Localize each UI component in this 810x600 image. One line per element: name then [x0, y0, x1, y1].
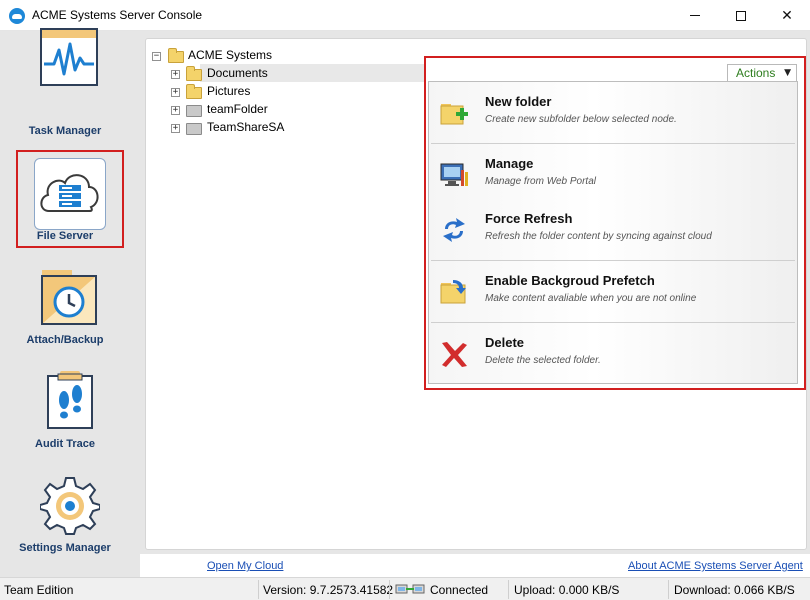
expand-icon[interactable]: + [171, 106, 180, 115]
gear-icon[interactable] [39, 476, 101, 536]
divider [431, 260, 795, 261]
refresh-arrows-icon [443, 218, 465, 242]
folder-icon [186, 66, 202, 81]
divider [258, 580, 259, 599]
nav-file-server-label[interactable]: File Server [0, 230, 130, 242]
action-enable-prefetch[interactable]: Enable Backgroud Prefetch Make content a… [431, 263, 795, 321]
folder-open-icon [168, 48, 184, 63]
upload-status: Upload: 0.000 KB/S [514, 583, 620, 597]
divider [389, 580, 390, 599]
download-status: Download: 0.066 KB/S [674, 583, 795, 597]
status-bar: Team Edition Version: 9.7.2573.41582 Con… [0, 577, 810, 600]
tree-node-label: teamFolder [207, 102, 268, 116]
maximize-icon [736, 10, 746, 21]
minimize-icon [690, 15, 700, 16]
window-title: ACME Systems Server Console [32, 8, 203, 22]
pulse-monitor-icon[interactable] [40, 28, 98, 86]
new-folder-icon [440, 104, 468, 125]
expand-icon[interactable]: + [171, 70, 180, 79]
close-button[interactable]: ✕ [764, 0, 810, 31]
divider [431, 143, 795, 144]
connection-icon [395, 584, 425, 594]
connection-status: Connected [430, 583, 489, 597]
expand-icon[interactable]: + [171, 88, 180, 97]
delete-x-icon [442, 342, 467, 367]
cloud-server-icon[interactable] [34, 158, 106, 230]
action-title: Delete [485, 335, 525, 350]
tree-root-label: ACME Systems [188, 48, 273, 62]
folder-icon [186, 84, 202, 99]
tree-node-label: Documents [207, 66, 268, 80]
action-force-refresh[interactable]: Force Refresh Refresh the folder content… [431, 201, 795, 259]
clock-folder-icon[interactable] [40, 268, 98, 325]
nav-task-manager-label[interactable]: Task Manager [0, 125, 130, 137]
minimize-button[interactable] [672, 0, 718, 31]
nav-settings-manager-label[interactable]: Settings Manager [0, 542, 130, 554]
divider [508, 580, 509, 599]
manage-monitor-icon [440, 163, 468, 186]
chevron-down-icon: ▼ [784, 68, 791, 78]
action-desc: Create new subfolder below selected node… [485, 114, 677, 125]
action-title: Force Refresh [485, 211, 573, 226]
action-manage[interactable]: Manage Manage from Web Portal [431, 146, 795, 204]
collapse-icon[interactable]: − [152, 52, 161, 61]
actions-dropdown-button[interactable]: Actions ▼ [727, 64, 797, 82]
expand-icon[interactable]: + [171, 124, 180, 133]
open-my-cloud-link[interactable]: Open My Cloud [207, 560, 283, 572]
action-new-folder[interactable]: New folder Create new subfolder below se… [431, 84, 795, 142]
divider [431, 322, 795, 323]
prefetch-folder-icon [440, 280, 466, 304]
footprints-clipboard-icon[interactable] [46, 370, 94, 430]
about-link[interactable]: About ACME Systems Server Agent [628, 560, 803, 572]
action-desc: Delete the selected folder. [485, 355, 601, 366]
edition-status: Team Edition [4, 583, 74, 597]
shared-folder-icon [186, 123, 202, 135]
app-cloud-icon [9, 8, 25, 24]
action-desc: Refresh the folder content by syncing ag… [485, 231, 712, 242]
title-bar: ACME Systems Server Console ✕ [0, 0, 810, 31]
divider [668, 580, 669, 599]
action-delete[interactable]: Delete Delete the selected folder. [431, 325, 795, 383]
action-title: Manage [485, 156, 534, 171]
tree-node-label: Pictures [207, 84, 251, 98]
tree-node-label: TeamShareSA [207, 120, 285, 134]
nav-audit-trace-label[interactable]: Audit Trace [0, 438, 130, 450]
action-desc: Manage from Web Portal [485, 176, 596, 187]
actions-button-label: Actions [736, 66, 776, 80]
action-title: New folder [485, 94, 552, 109]
action-title: Enable Backgroud Prefetch [485, 273, 655, 288]
maximize-button[interactable] [718, 0, 764, 31]
shared-folder-icon [186, 105, 202, 117]
action-desc: Make content avaliable when you are not … [485, 293, 697, 304]
close-icon: ✕ [781, 7, 793, 24]
nav-attach-backup-label[interactable]: Attach/Backup [0, 334, 130, 346]
version-status: Version: 9.7.2573.41582 [263, 583, 394, 597]
